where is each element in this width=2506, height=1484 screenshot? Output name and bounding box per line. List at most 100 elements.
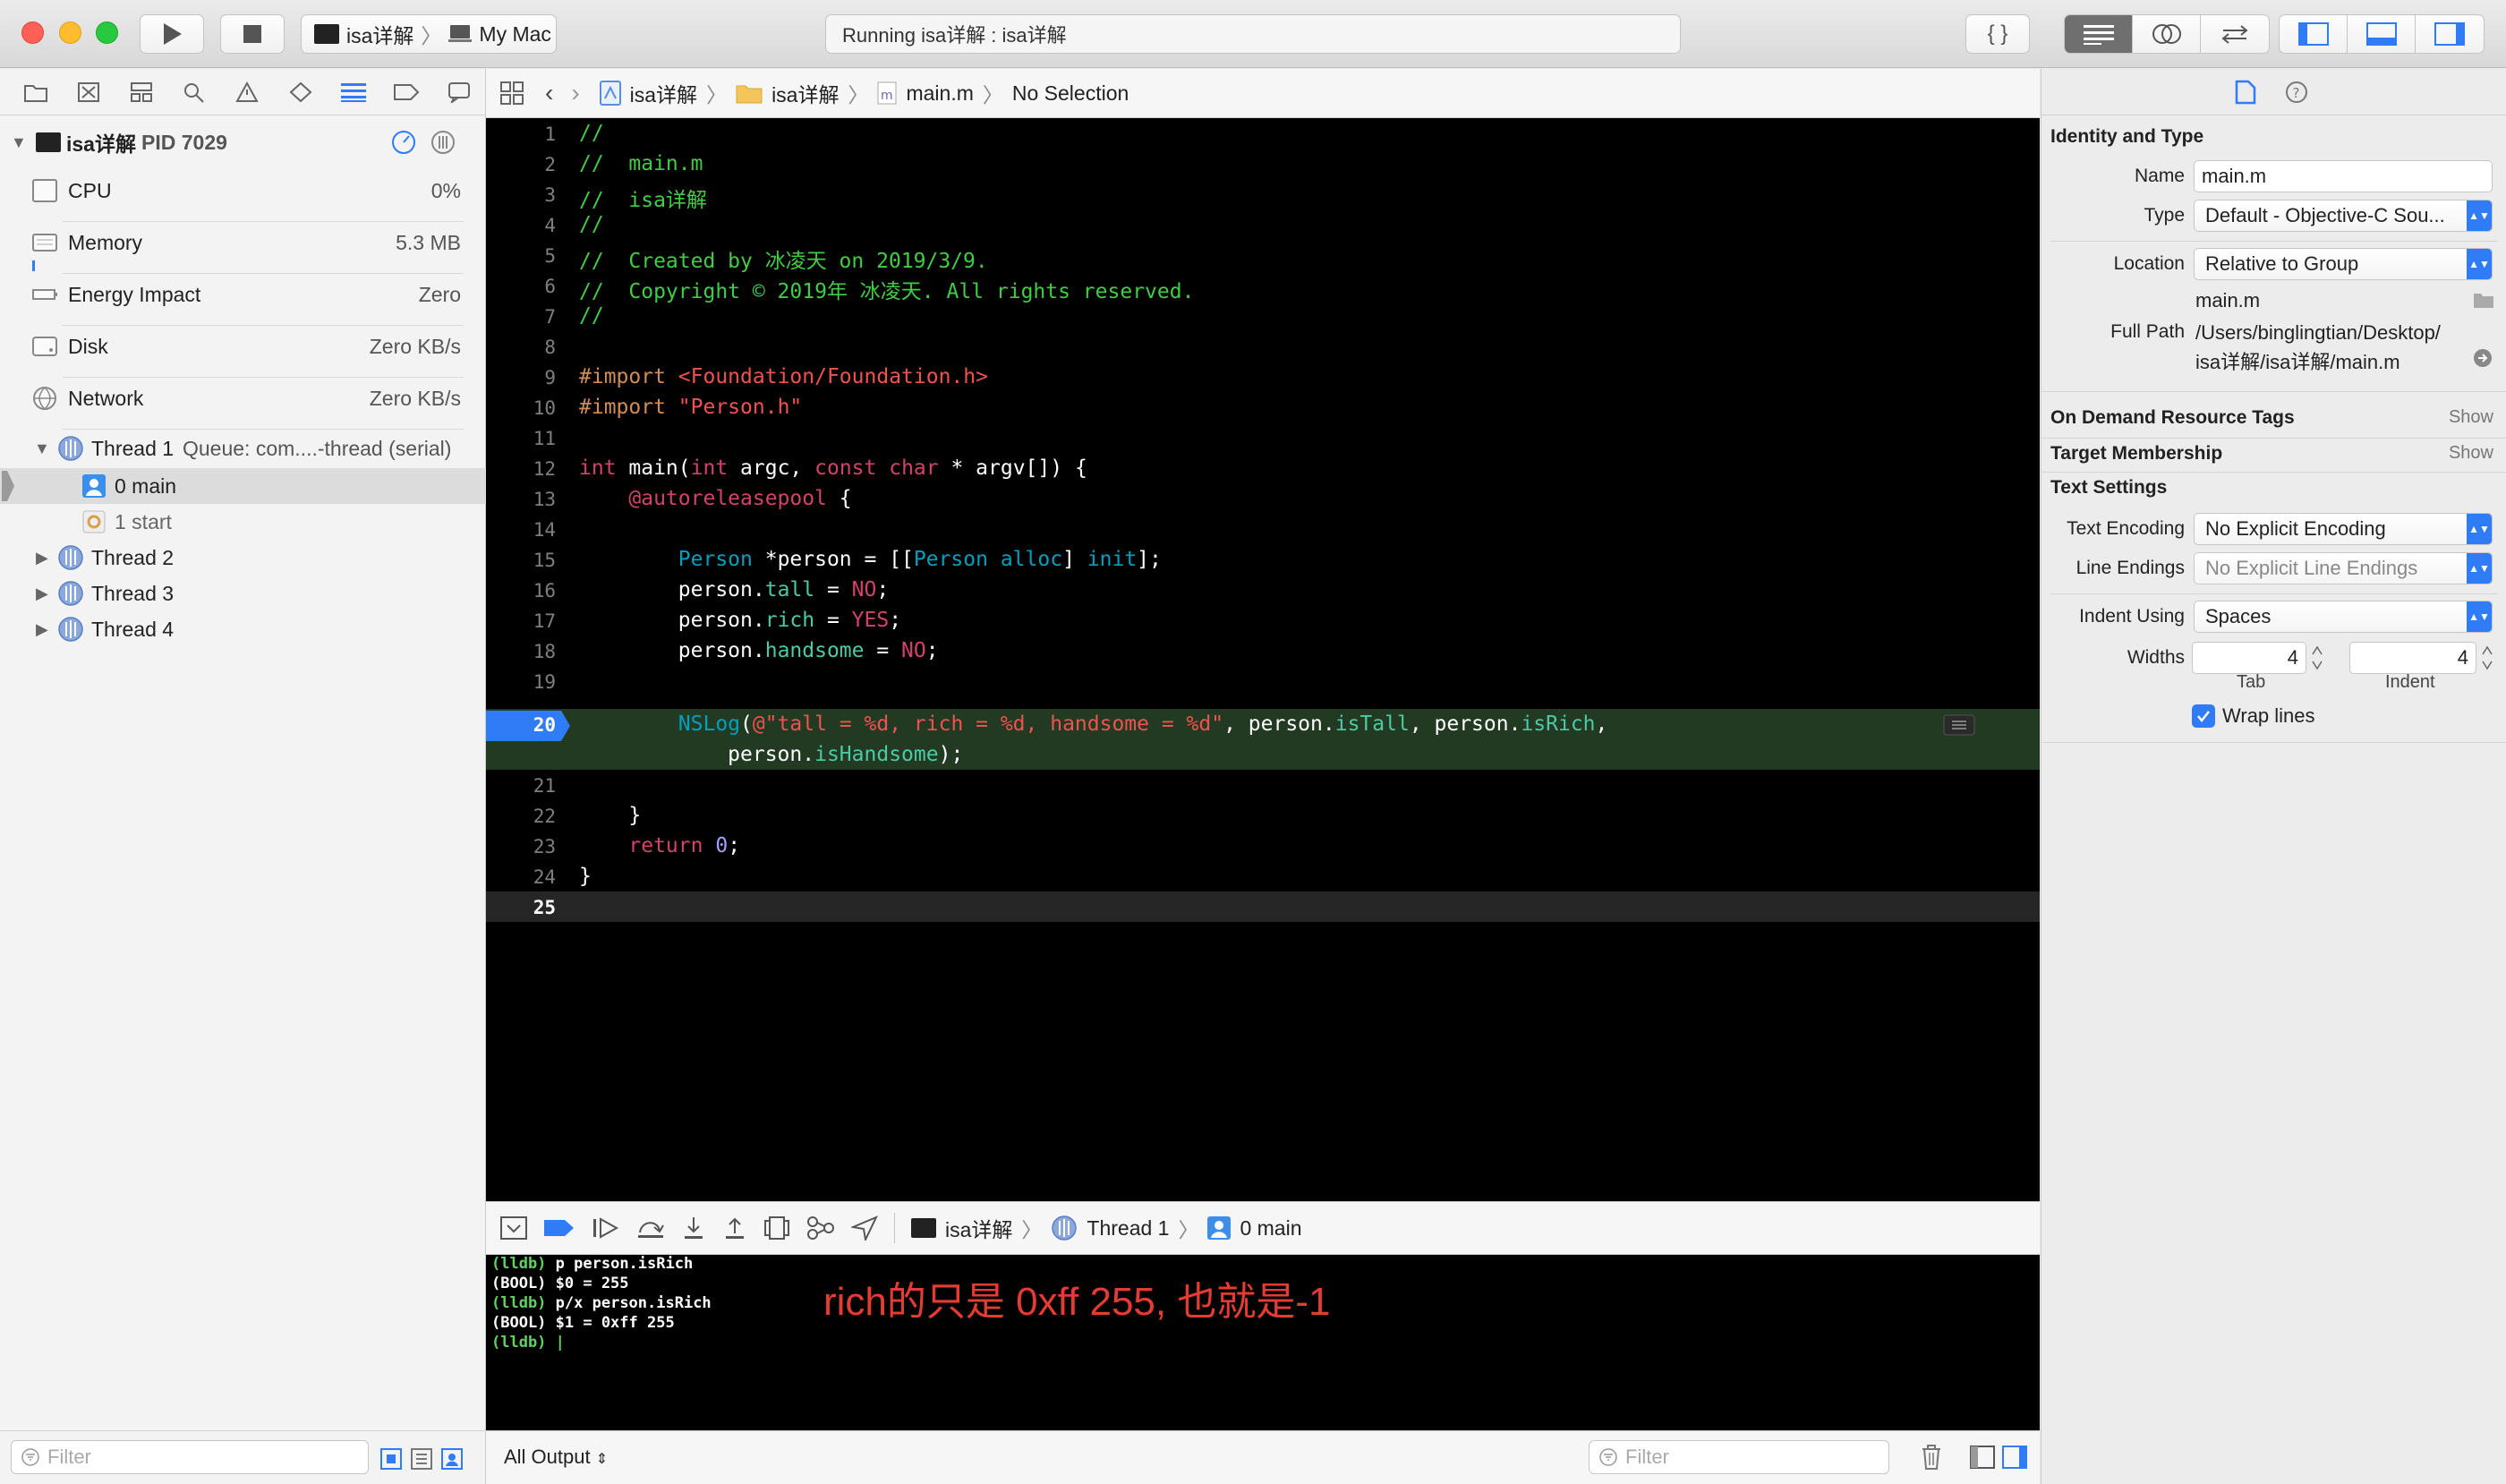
test-icon[interactable]: [274, 81, 327, 103]
energy-gauge[interactable]: Energy Impact Zero: [0, 277, 486, 312]
location-popup[interactable]: Relative to Group ▲▼: [2194, 248, 2493, 280]
trash-icon[interactable]: [1920, 1444, 1943, 1471]
tab-width-stepper[interactable]: [2310, 642, 2324, 674]
frame-row[interactable]: 1 start: [0, 504, 486, 540]
breadcrumb-group[interactable]: isa详解: [771, 78, 839, 108]
search-icon[interactable]: [168, 81, 221, 103]
disclosure-down-icon[interactable]: ▼: [11, 133, 27, 152]
updown-chevron-icon: ⇕: [595, 1452, 609, 1467]
folder-icon[interactable]: [2473, 291, 2494, 309]
thread-1-row[interactable]: ▼ Thread 1 Queue: com....-thread (serial…: [0, 431, 486, 466]
type-popup[interactable]: Default - Objective-C Sou... ▲▼: [2194, 200, 2493, 232]
file-inspector-icon[interactable]: [2235, 80, 2256, 105]
issue-icon[interactable]: [221, 81, 274, 103]
zoom-window-button[interactable]: [96, 21, 118, 44]
debug-breadcrumb-frame[interactable]: 0 main: [1240, 1216, 1301, 1241]
process-row[interactable]: ▼ isa详解 PID 7029: [0, 124, 486, 160]
console-filter-field[interactable]: Filter: [1589, 1440, 1889, 1474]
continue-icon[interactable]: [592, 1216, 620, 1240]
code-token: return: [628, 834, 703, 857]
memory-gauge[interactable]: Memory 5.3 MB: [0, 225, 486, 260]
related-items-icon[interactable]: [500, 81, 524, 105]
cpu-icon: [32, 179, 57, 202]
hide-system-frames-icon[interactable]: [379, 1447, 403, 1471]
report-icon[interactable]: [433, 81, 486, 103]
frame-row-selected[interactable]: 0 main: [0, 468, 486, 504]
thread-view-icon[interactable]: [430, 129, 456, 156]
editor-mode-control[interactable]: [2064, 14, 2270, 54]
toggle-inspector-button[interactable]: [2416, 15, 2484, 53]
indent-width-field[interactable]: 4: [2349, 642, 2476, 674]
breadcrumb-file[interactable]: main.m: [906, 81, 973, 106]
console-view-toggle-icon[interactable]: [2002, 1446, 2027, 1469]
crashed-threads-icon[interactable]: [410, 1447, 433, 1471]
cpu-gauge[interactable]: CPU 0%: [0, 173, 486, 209]
library-button[interactable]: { }: [1965, 14, 2030, 54]
breakpoints-toggle-icon[interactable]: [543, 1218, 575, 1238]
tab-width-field[interactable]: 4: [2192, 642, 2306, 674]
thread-2-row[interactable]: ▶ Thread 2: [0, 540, 486, 576]
stop-button[interactable]: [220, 14, 285, 54]
hide-debug-area-icon[interactable]: [500, 1216, 527, 1240]
indent-popup[interactable]: Spaces ▲▼: [2194, 601, 2493, 633]
debug-navigator-icon[interactable]: [327, 81, 379, 103]
folder-icon[interactable]: [9, 82, 62, 102]
breadcrumb-selection[interactable]: No Selection: [1012, 81, 1129, 106]
disk-gauge[interactable]: Disk Zero KB/s: [0, 328, 486, 364]
activity-status: Running isa详解 : isa详解: [825, 14, 1681, 54]
endings-popup[interactable]: No Explicit Line Endings ▲▼: [2194, 552, 2493, 584]
checkmark-icon: [2197, 711, 2210, 723]
thread-4-row[interactable]: ▶ Thread 4: [0, 611, 486, 647]
breadcrumb-project[interactable]: isa详解: [630, 78, 697, 108]
variables-view-toggle-icon[interactable]: [1970, 1446, 1995, 1469]
thread-icon: [1052, 1215, 1078, 1241]
navigator-filter-field[interactable]: Filter: [11, 1440, 369, 1474]
output-selector[interactable]: All Output ⇕: [504, 1446, 608, 1469]
memory-graph-icon[interactable]: [806, 1215, 835, 1241]
debug-breadcrumb-target[interactable]: isa详解: [945, 1213, 1012, 1243]
console-prompt[interactable]: (lldb) |: [491, 1334, 565, 1352]
step-into-icon[interactable]: [681, 1215, 706, 1241]
step-over-icon[interactable]: [636, 1216, 665, 1240]
close-window-button[interactable]: [21, 21, 44, 44]
debug-value-icon[interactable]: [1943, 714, 1975, 736]
breakpoint-icon[interactable]: [380, 82, 433, 102]
disclosure-down-icon[interactable]: ▼: [34, 439, 50, 458]
panel-toggle-control[interactable]: [2279, 14, 2485, 54]
toggle-navigator-button[interactable]: [2280, 15, 2348, 53]
reveal-arrow-icon[interactable]: [2473, 348, 2493, 368]
code-line: //: [579, 122, 604, 145]
scheme-selector[interactable]: isa详解 〉 My Mac: [301, 14, 557, 54]
gauge-icon[interactable]: [390, 129, 417, 156]
running-threads-icon[interactable]: [440, 1447, 464, 1471]
show-target-button[interactable]: Show: [2449, 443, 2493, 464]
run-button[interactable]: [140, 14, 204, 54]
toggle-debug-area-button[interactable]: [2348, 15, 2416, 53]
symbol-icon[interactable]: [115, 81, 167, 103]
debug-breadcrumb-thread[interactable]: Thread 1: [1087, 1216, 1169, 1241]
disclosure-right-icon[interactable]: ▶: [36, 584, 48, 603]
minimize-window-button[interactable]: [59, 21, 81, 44]
step-out-icon[interactable]: [722, 1215, 747, 1241]
forward-icon[interactable]: ›: [571, 79, 579, 107]
encoding-popup[interactable]: No Explicit Encoding ▲▼: [2194, 513, 2493, 545]
disclosure-right-icon[interactable]: ▶: [36, 620, 48, 639]
disclosure-right-icon[interactable]: ▶: [36, 549, 48, 567]
simulate-location-icon[interactable]: [851, 1215, 878, 1241]
section-target-heading: Target Membership: [2050, 443, 2223, 464]
indent-width-stepper[interactable]: [2480, 642, 2494, 674]
updown-chevron-icon: ▲▼: [2467, 553, 2492, 584]
network-gauge[interactable]: Network Zero KB/s: [0, 380, 486, 416]
help-icon[interactable]: ?: [2285, 81, 2308, 104]
source-editor[interactable]: 1 2 3 4 5 6 7 8 9 10 11 12 13 14 15 16 1…: [486, 118, 2040, 1201]
source-control-icon[interactable]: [62, 81, 115, 103]
view-hierarchy-icon[interactable]: [763, 1215, 790, 1241]
show-odr-button[interactable]: Show: [2449, 407, 2493, 428]
name-field[interactable]: main.m: [2194, 160, 2493, 192]
assistant-editor-button[interactable]: [2133, 15, 2201, 53]
back-icon[interactable]: ‹: [545, 79, 553, 107]
wrap-lines-checkbox[interactable]: [2192, 704, 2215, 728]
thread-3-row[interactable]: ▶ Thread 3: [0, 576, 486, 611]
version-editor-button[interactable]: [2201, 15, 2269, 53]
standard-editor-button[interactable]: [2065, 15, 2133, 53]
